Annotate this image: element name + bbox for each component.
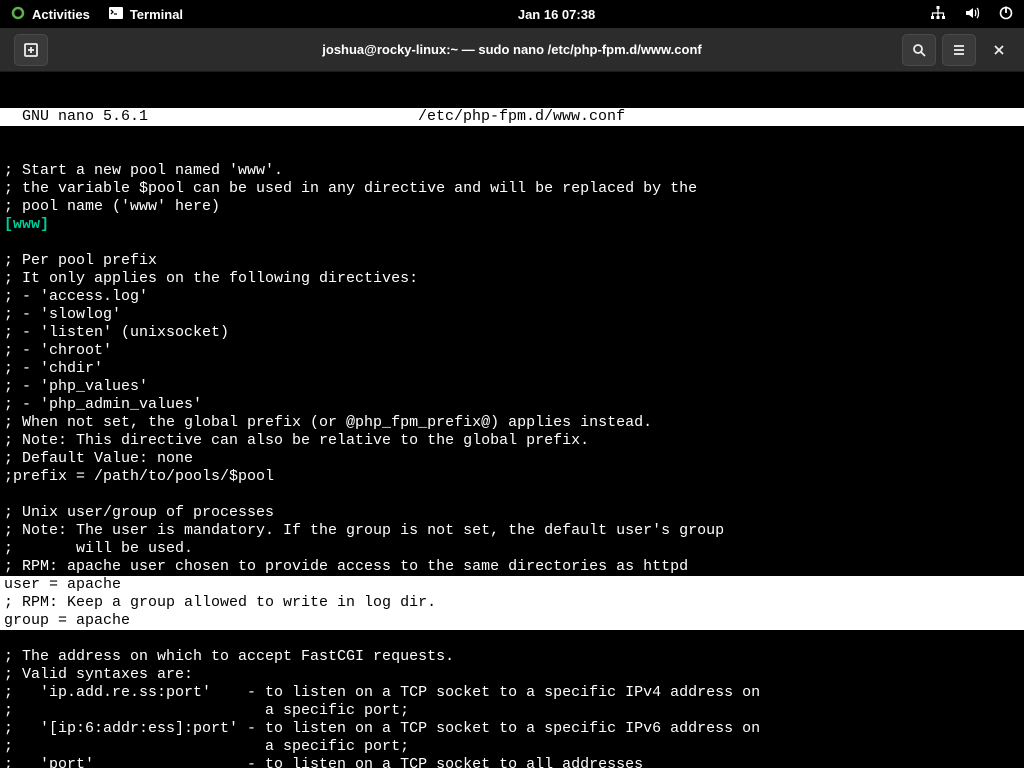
close-button[interactable] [982, 34, 1016, 66]
app-menu-button[interactable]: Terminal [108, 5, 183, 24]
nano-header: GNU nano 5.6.1 /etc/php-fpm.d/www.conf [0, 108, 1024, 126]
activities-label: Activities [32, 7, 90, 22]
nano-filepath: /etc/php-fpm.d/www.conf [148, 108, 1020, 126]
app-menu-label: Terminal [130, 7, 183, 22]
menu-button[interactable] [942, 34, 976, 66]
nano-body[interactable]: ; Start a new pool named 'www'. ; the va… [0, 162, 1024, 768]
file-content-pre: ; Start a new pool named 'www'. ; the va… [4, 162, 697, 215]
new-tab-button[interactable] [14, 34, 48, 66]
file-content-post: ; The address on which to accept FastCGI… [4, 648, 760, 768]
network-icon[interactable] [930, 5, 946, 24]
nano-editor[interactable]: GNU nano 5.6.1 /etc/php-fpm.d/www.conf ;… [0, 72, 1024, 768]
file-content-highlight: user = apache ; RPM: Keep a group allowe… [0, 576, 1024, 630]
activities-button[interactable]: Activities [10, 5, 90, 24]
nano-version: GNU nano 5.6.1 [4, 108, 148, 126]
file-content-mid: ; Per pool prefix ; It only applies on t… [4, 252, 724, 575]
clock[interactable]: Jan 16 07:38 [518, 7, 595, 22]
volume-icon[interactable] [964, 5, 980, 24]
terminal-icon [108, 5, 124, 24]
power-icon[interactable] [998, 5, 1014, 24]
search-button[interactable] [902, 34, 936, 66]
window-title: joshua@rocky-linux:~ — sudo nano /etc/ph… [148, 42, 876, 57]
clock-label: Jan 16 07:38 [518, 7, 595, 22]
gnome-top-bar: Activities Terminal Jan 16 07:38 [0, 0, 1024, 28]
activities-icon [10, 5, 26, 24]
file-section-header: [www] [4, 216, 49, 233]
window-titlebar: joshua@rocky-linux:~ — sudo nano /etc/ph… [0, 28, 1024, 72]
